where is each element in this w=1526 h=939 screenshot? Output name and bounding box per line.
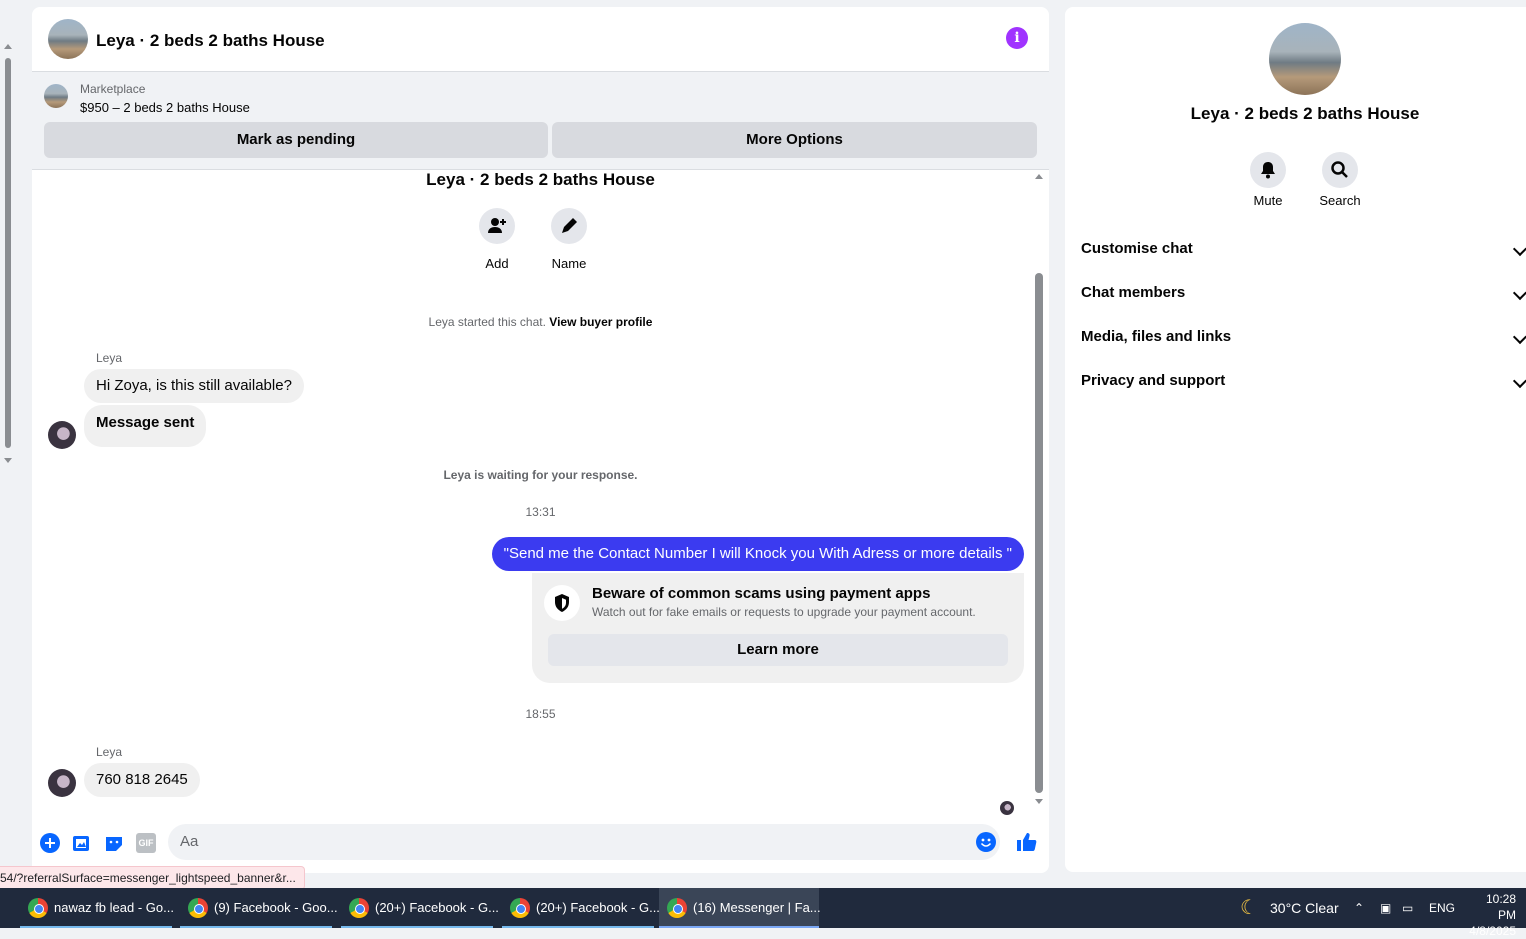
scroll-down-arrow[interactable] — [4, 458, 12, 463]
timestamp: 18:55 — [525, 707, 556, 721]
mark-pending-button[interactable]: Mark as pending — [44, 122, 548, 158]
warning-subtitle: Watch out for fake emails or requests to… — [592, 605, 976, 619]
emoji-icon[interactable] — [976, 832, 996, 852]
chevron-down-icon[interactable] — [1512, 329, 1526, 345]
add-label: Add — [485, 256, 509, 271]
photo-icon[interactable] — [72, 833, 92, 853]
chevron-down-icon[interactable] — [1512, 241, 1526, 257]
incoming-message[interactable]: Hi Zoya, is this still available? — [84, 369, 304, 403]
mute-label: Mute — [1253, 193, 1283, 208]
marketplace-bar: Marketplace $950 – 2 beds 2 baths House … — [32, 72, 1049, 170]
chrome-icon — [188, 898, 208, 918]
search-icon — [1331, 161, 1348, 178]
timestamp: 13:31 — [525, 505, 556, 519]
pencil-icon — [562, 218, 577, 233]
language-indicator[interactable]: ENG — [1429, 888, 1455, 928]
taskbar-item-active[interactable]: (16) Messenger | Fa... — [659, 888, 821, 928]
view-buyer-profile-link[interactable]: View buyer profile — [549, 315, 652, 329]
listing-price-title[interactable]: $950 – 2 beds 2 baths House — [80, 100, 250, 115]
chevron-down-icon[interactable] — [1512, 373, 1526, 389]
chat-started-notice: Leya started this chat. View buyer profi… — [32, 315, 1049, 329]
warning-title: Beware of common scams using payment app… — [592, 585, 931, 602]
read-receipt-avatar — [1000, 801, 1014, 815]
taskbar-item[interactable]: (20+) Facebook - G... — [502, 888, 660, 928]
customise-chat-section[interactable]: Customise chat — [1081, 240, 1193, 257]
bell-icon — [1261, 162, 1275, 179]
info-title: Leya · 2 beds 2 baths House — [1190, 104, 1420, 123]
clock[interactable]: 10:28 PM 4/8/2025 — [1466, 891, 1516, 939]
privacy-support-section[interactable]: Privacy and support — [1081, 372, 1225, 389]
chat-title[interactable]: Leya · 2 beds 2 baths House — [96, 31, 325, 51]
conversation-info-panel: Leya · 2 beds 2 baths House Mute Search … — [1065, 7, 1526, 872]
search-button[interactable] — [1322, 152, 1358, 188]
info-icon[interactable]: i — [1006, 27, 1028, 49]
scam-warning-card: Beware of common scams using payment app… — [532, 573, 1024, 683]
camera-icon[interactable]: ▣ — [1380, 888, 1391, 928]
name-button[interactable] — [551, 208, 587, 244]
incoming-message[interactable]: Message sent — [84, 405, 207, 447]
taskbar-item-label: (9) Facebook - Goo... — [214, 900, 338, 915]
chat-started-text: Leya started this chat. — [428, 315, 546, 329]
sender-avatar[interactable] — [48, 421, 76, 449]
incoming-message[interactable]: 760 818 2645 — [84, 763, 200, 797]
add-button[interactable] — [479, 208, 515, 244]
link-status-bar: 54/?referralSurface=messenger_lightspeed… — [0, 866, 305, 890]
chevron-up-icon[interactable]: ⌃ — [1354, 888, 1364, 928]
listing-thumbnail[interactable] — [44, 84, 68, 108]
chevron-down-icon[interactable] — [1512, 285, 1526, 301]
page-scrollbar[interactable] — [0, 40, 16, 470]
conversation-title: Leya · 2 beds 2 baths House — [426, 170, 655, 189]
chat-panel: Leya · 2 beds 2 baths House i Marketplac… — [32, 7, 1049, 873]
windows-taskbar: nawaz fb lead - Go... (9) Facebook - Goo… — [0, 888, 1526, 938]
gif-icon[interactable]: GIF — [136, 833, 156, 853]
chrome-icon — [510, 898, 530, 918]
listing-profile-photo[interactable] — [1269, 23, 1341, 95]
sender-avatar[interactable] — [48, 769, 76, 797]
clock-time: 10:28 PM — [1485, 892, 1516, 922]
weather-text[interactable]: 30°C Clear — [1270, 888, 1339, 928]
waiting-notice: Leya is waiting for your response. — [443, 468, 638, 482]
like-icon[interactable] — [1016, 831, 1038, 853]
chat-header: Leya · 2 beds 2 baths House i — [32, 7, 1049, 72]
taskbar-item[interactable]: (9) Facebook - Goo... — [180, 888, 338, 928]
outgoing-message[interactable]: "Send me the Contact Number I will Knock… — [491, 537, 1024, 571]
message-list: Leya · 2 beds 2 baths House Add Name Ley… — [32, 170, 1049, 820]
clock-date: 4/8/2025 — [1469, 924, 1516, 938]
media-files-links-section[interactable]: Media, files and links — [1081, 328, 1231, 345]
taskbar-item-label: (16) Messenger | Fa... — [693, 900, 821, 915]
listing-avatar[interactable] — [48, 19, 88, 59]
taskbar-item-label: (20+) Facebook - G... — [375, 900, 499, 915]
chrome-icon — [28, 898, 48, 918]
shield-icon — [544, 585, 580, 621]
more-options-button[interactable]: More Options — [552, 122, 1037, 158]
taskbar-item[interactable]: nawaz fb lead - Go... — [20, 888, 174, 928]
moon-icon[interactable]: ☾ — [1240, 888, 1258, 928]
search-label: Search — [1319, 193, 1361, 208]
add-person-icon — [488, 218, 506, 233]
name-label: Name — [551, 256, 587, 271]
chrome-icon — [667, 898, 687, 918]
chrome-icon — [349, 898, 369, 918]
message-composer: GIF Aa — [32, 822, 1049, 866]
marketplace-label: Marketplace — [80, 82, 146, 96]
mute-button[interactable] — [1250, 152, 1286, 188]
taskbar-item-label: (20+) Facebook - G... — [536, 900, 660, 915]
message-placeholder: Aa — [180, 833, 199, 850]
sender-name: Leya — [96, 745, 123, 759]
learn-more-button[interactable]: Learn more — [548, 634, 1008, 666]
taskbar-item[interactable]: (20+) Facebook - G... — [341, 888, 499, 928]
scrollbar-thumb[interactable] — [5, 58, 11, 448]
scroll-down-arrow[interactable] — [1035, 799, 1043, 804]
plus-icon[interactable] — [40, 833, 60, 853]
chat-members-section[interactable]: Chat members — [1081, 284, 1185, 301]
message-input[interactable]: Aa — [168, 824, 1000, 860]
scroll-up-arrow[interactable] — [4, 44, 12, 49]
sender-name: Leya — [96, 351, 123, 365]
taskbar-item-label: nawaz fb lead - Go... — [54, 900, 174, 915]
sticker-icon[interactable] — [104, 833, 124, 853]
network-icon[interactable]: ▭ — [1402, 888, 1413, 928]
